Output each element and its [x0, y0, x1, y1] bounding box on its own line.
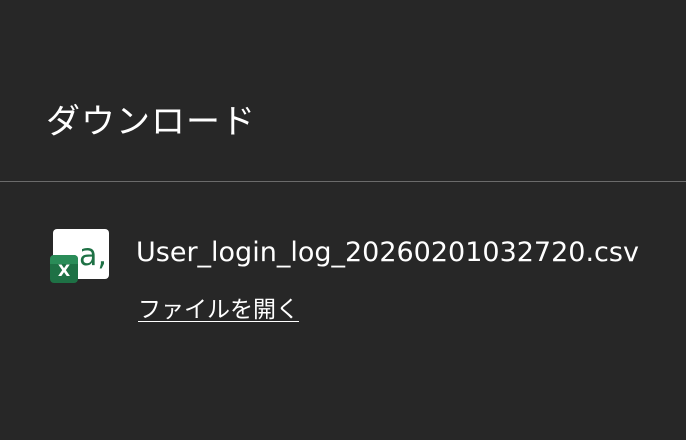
- file-glyph-icon: a,: [79, 238, 107, 273]
- open-file-link[interactable]: ファイルを開く: [138, 294, 299, 326]
- download-item[interactable]: a, X User_login_log_20260201032720.csv フ…: [0, 182, 686, 362]
- excel-csv-file-icon: a, X: [50, 229, 109, 283]
- excel-badge-letter: X: [58, 261, 71, 280]
- file-name: User_login_log_20260201032720.csv: [136, 237, 639, 268]
- downloads-panel: ダウンロード a, X User_login_log_2026020103272…: [0, 0, 686, 440]
- panel-title: ダウンロード: [46, 102, 256, 142]
